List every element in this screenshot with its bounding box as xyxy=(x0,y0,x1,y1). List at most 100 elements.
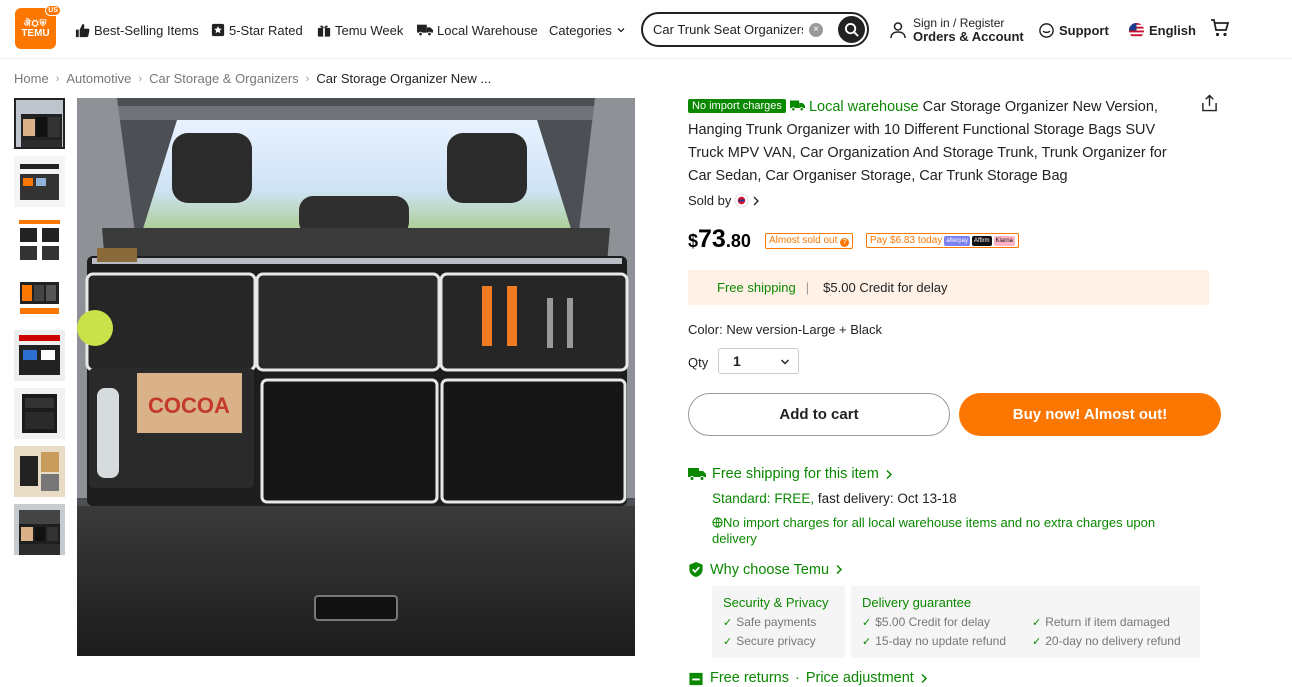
breadcrumb-category[interactable]: Car Storage & Organizers xyxy=(149,71,299,86)
buy-now-button[interactable]: Buy now! Almost out! xyxy=(959,393,1221,436)
thumbnail[interactable] xyxy=(14,272,65,323)
breadcrumb-home[interactable]: Home xyxy=(14,71,49,86)
return-damaged-text: Return if item damaged xyxy=(1045,615,1170,629)
price-currency: $ xyxy=(688,231,699,251)
chevron-right-icon xyxy=(836,564,843,575)
account-menu[interactable]: Sign in / Register Orders & Account xyxy=(889,17,1024,43)
delivery-guarantee-card[interactable]: Delivery guarantee ✓ $5.00 Credit for del… xyxy=(851,586,1200,658)
separator-dot: · xyxy=(794,670,800,686)
free-returns-link[interactable]: Free returns · Price adjustment xyxy=(688,670,928,686)
support-label: Support xyxy=(1059,22,1109,38)
secure-privacy-text: Secure privacy xyxy=(736,634,816,648)
free-shipping-link[interactable]: Free shipping for this item xyxy=(688,466,893,482)
nav-label: Categories xyxy=(549,22,612,38)
truck-icon xyxy=(417,24,433,37)
chevron-right-icon xyxy=(921,673,927,683)
standard-value: FREE, xyxy=(774,491,815,506)
breadcrumb: Home › Automotive › Car Storage & Organi… xyxy=(14,71,491,86)
search-input[interactable] xyxy=(653,22,803,37)
quantity-value: 1 xyxy=(733,353,741,369)
credit-delay-text: $5.00 Credit for delay xyxy=(875,615,990,629)
why-choose-box: Security & Privacy ✓ Safe payments ✓ Secur… xyxy=(712,586,1200,658)
info-icon: ? xyxy=(840,238,850,247)
no-import-text: No import charges for all local warehous… xyxy=(712,515,1156,546)
check-icon: ✓ xyxy=(1032,616,1042,629)
language-label: English xyxy=(1149,22,1196,38)
price: $73.80 xyxy=(688,225,751,254)
return-damaged-item: ✓ Return if item damaged xyxy=(1032,615,1170,629)
nav-local-warehouse[interactable]: Local Warehouse xyxy=(417,21,538,39)
thumbnail[interactable] xyxy=(14,214,65,265)
search-bar: × xyxy=(641,12,869,47)
no-delivery-refund-text: 20-day no delivery refund xyxy=(1045,634,1181,648)
thumbnail[interactable] xyxy=(14,446,65,497)
chevron-down-icon xyxy=(617,28,625,33)
add-to-cart-button[interactable]: Add to cart xyxy=(688,393,950,436)
check-icon: ✓ xyxy=(1032,635,1042,648)
color-label: Color: xyxy=(688,322,723,337)
nav-best-selling[interactable]: Best-Selling Items xyxy=(75,21,199,39)
delivery-dates: fast delivery: Oct 13-18 xyxy=(817,491,957,506)
orders-account-label: Orders & Account xyxy=(913,29,1024,44)
nav-label: Best-Selling Items xyxy=(94,22,199,38)
check-icon: ✓ xyxy=(723,635,733,648)
main-product-image[interactable]: COCOA xyxy=(77,98,635,656)
search-icon xyxy=(844,22,859,37)
quantity-select[interactable]: 1 xyxy=(718,348,799,374)
pay-later-tag[interactable]: Pay $6.83 today afterpay Affirm Klarna xyxy=(866,233,1019,248)
almost-sold-out-tag[interactable]: Almost sold out ? xyxy=(765,233,854,249)
delivery-heading: Delivery guarantee xyxy=(862,595,972,610)
share-icon[interactable] xyxy=(1201,94,1218,112)
us-flag-icon xyxy=(1128,22,1145,38)
price-decimal: .80 xyxy=(725,231,751,251)
sold-by-label: Sold by xyxy=(688,193,732,208)
nav-categories[interactable]: Categories xyxy=(549,21,626,39)
chevron-down-icon xyxy=(781,359,789,365)
thumbnail[interactable] xyxy=(14,330,65,381)
standard-label: Standard: xyxy=(712,491,771,506)
nav-five-star[interactable]: 5-Star Rated xyxy=(211,21,303,39)
color-value: New version-Large + Black xyxy=(726,322,883,337)
divider: | xyxy=(805,280,810,295)
credit-for-delay-label: $5.00 Credit for delay xyxy=(823,280,948,295)
safe-payments-text: Safe payments xyxy=(736,615,817,629)
language-selector[interactable]: English xyxy=(1128,21,1196,39)
security-heading: Security & Privacy xyxy=(723,595,829,610)
cart-button[interactable] xyxy=(1210,19,1230,37)
globe-icon xyxy=(712,517,723,528)
check-icon: ✓ xyxy=(723,616,733,629)
support-link[interactable]: Support xyxy=(1038,21,1109,39)
credit-delay-item: ✓ $5.00 Credit for delay xyxy=(862,615,990,629)
breadcrumb-automotive[interactable]: Automotive xyxy=(66,71,131,86)
nav-temu-week[interactable]: Temu Week xyxy=(317,21,403,39)
thumbnail[interactable] xyxy=(14,388,65,439)
search-button[interactable] xyxy=(838,16,865,43)
thumbnail[interactable] xyxy=(14,156,65,207)
why-choose-temu-link[interactable]: Why choose Temu xyxy=(688,561,843,578)
cart-icon xyxy=(1211,19,1230,37)
qty-label: Qty xyxy=(688,355,709,370)
pay-later-label: Pay $6.83 today xyxy=(870,235,943,246)
secure-privacy-item: ✓ Secure privacy xyxy=(723,634,816,648)
klarna-logo: Klarna xyxy=(993,235,1015,246)
thumbnail[interactable] xyxy=(14,504,65,555)
color-option: Color: New version-Large + Black xyxy=(688,322,882,337)
clear-search-icon[interactable]: × xyxy=(809,23,823,37)
sold-by[interactable]: Sold by xyxy=(688,193,760,208)
breadcrumb-current: Car Storage Organizer New ... xyxy=(316,71,492,86)
temu-logo[interactable]: ऄ⛭⛨ TEMU US xyxy=(15,5,61,49)
security-privacy-card[interactable]: Security & Privacy ✓ Safe payments ✓ Secur… xyxy=(712,586,845,658)
nav-label: Temu Week xyxy=(335,22,404,38)
nav-label: Local Warehouse xyxy=(437,22,538,38)
why-choose-title: Why choose Temu xyxy=(710,561,830,578)
store-logo-icon xyxy=(734,193,749,208)
breadcrumb-separator: › xyxy=(55,72,60,85)
thumbnail[interactable] xyxy=(14,98,65,149)
no-update-refund-item: ✓ 15-day no update refund xyxy=(862,634,1006,648)
nav-label: 5-Star Rated xyxy=(229,22,303,38)
free-shipping-title: Free shipping for this item xyxy=(712,466,879,482)
logo-text: TEMU xyxy=(21,28,50,39)
chevron-right-icon xyxy=(753,196,760,205)
affirm-logo: Affirm xyxy=(971,235,992,246)
region-badge: US xyxy=(45,5,61,16)
